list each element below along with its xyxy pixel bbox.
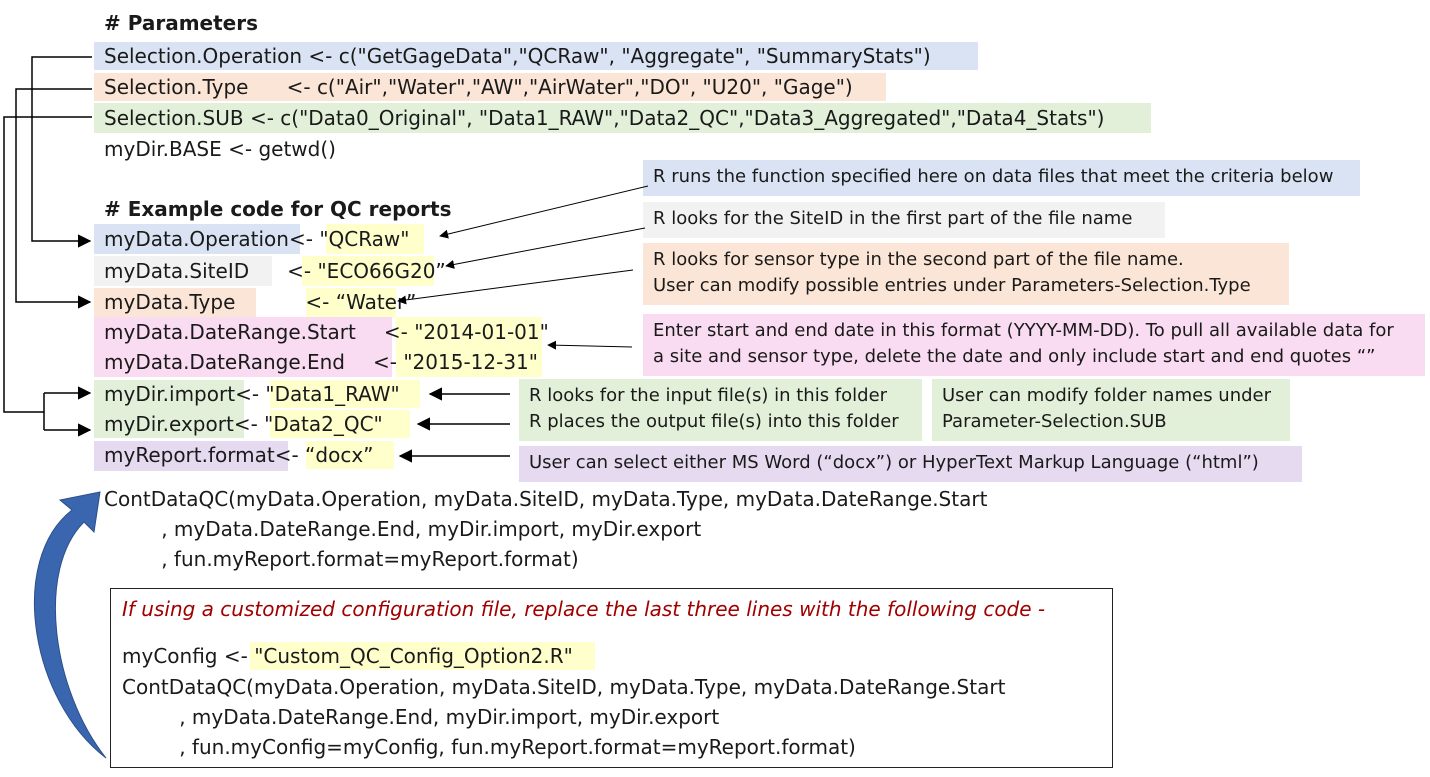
arrow-note-dates: [547, 340, 633, 350]
arrow-note-siteid: [445, 227, 646, 269]
arrow-note-operation: [439, 185, 649, 239]
connector-type: [15, 88, 92, 309]
connector-overlay: [3, 56, 649, 759]
connector-operation: [31, 56, 92, 248]
curved-replace-arrow: [33, 491, 107, 759]
connector-sub: [3, 116, 92, 413]
arrow-note-type: [397, 269, 634, 305]
